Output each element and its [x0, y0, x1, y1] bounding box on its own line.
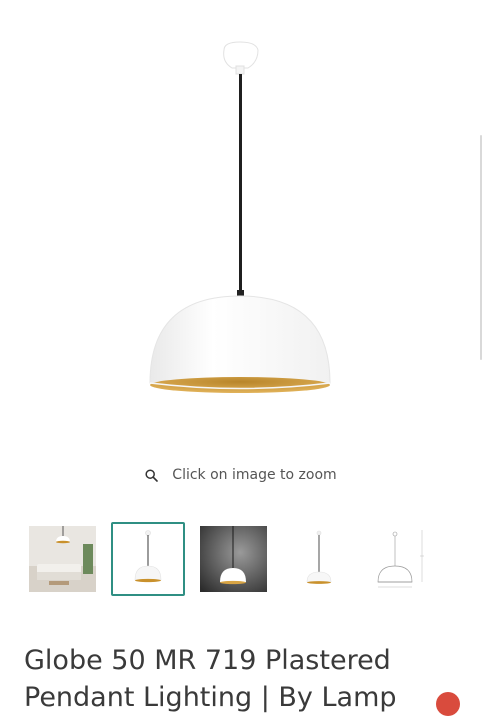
search-icon	[145, 468, 159, 482]
zoom-hint-label: Click on image to zoom	[172, 467, 337, 483]
thumb-small-pendant[interactable]	[285, 526, 352, 592]
thumb-dimension-drawing[interactable]	[365, 526, 435, 592]
zoom-hint[interactable]: Click on image to zoom	[0, 462, 482, 488]
thumb-room-scene[interactable]	[29, 526, 96, 592]
notification-badge[interactable]	[436, 692, 460, 716]
product-title: Globe 50 MR 719 Plastered Pendant Lighti…	[24, 645, 397, 713]
thumb-white-pendant[interactable]	[111, 522, 185, 596]
thumb-dark-background[interactable]	[200, 526, 267, 592]
pendant-lamp-image	[149, 41, 331, 393]
main-product-image[interactable]	[0, 0, 482, 455]
thumbnail-strip	[0, 522, 482, 596]
